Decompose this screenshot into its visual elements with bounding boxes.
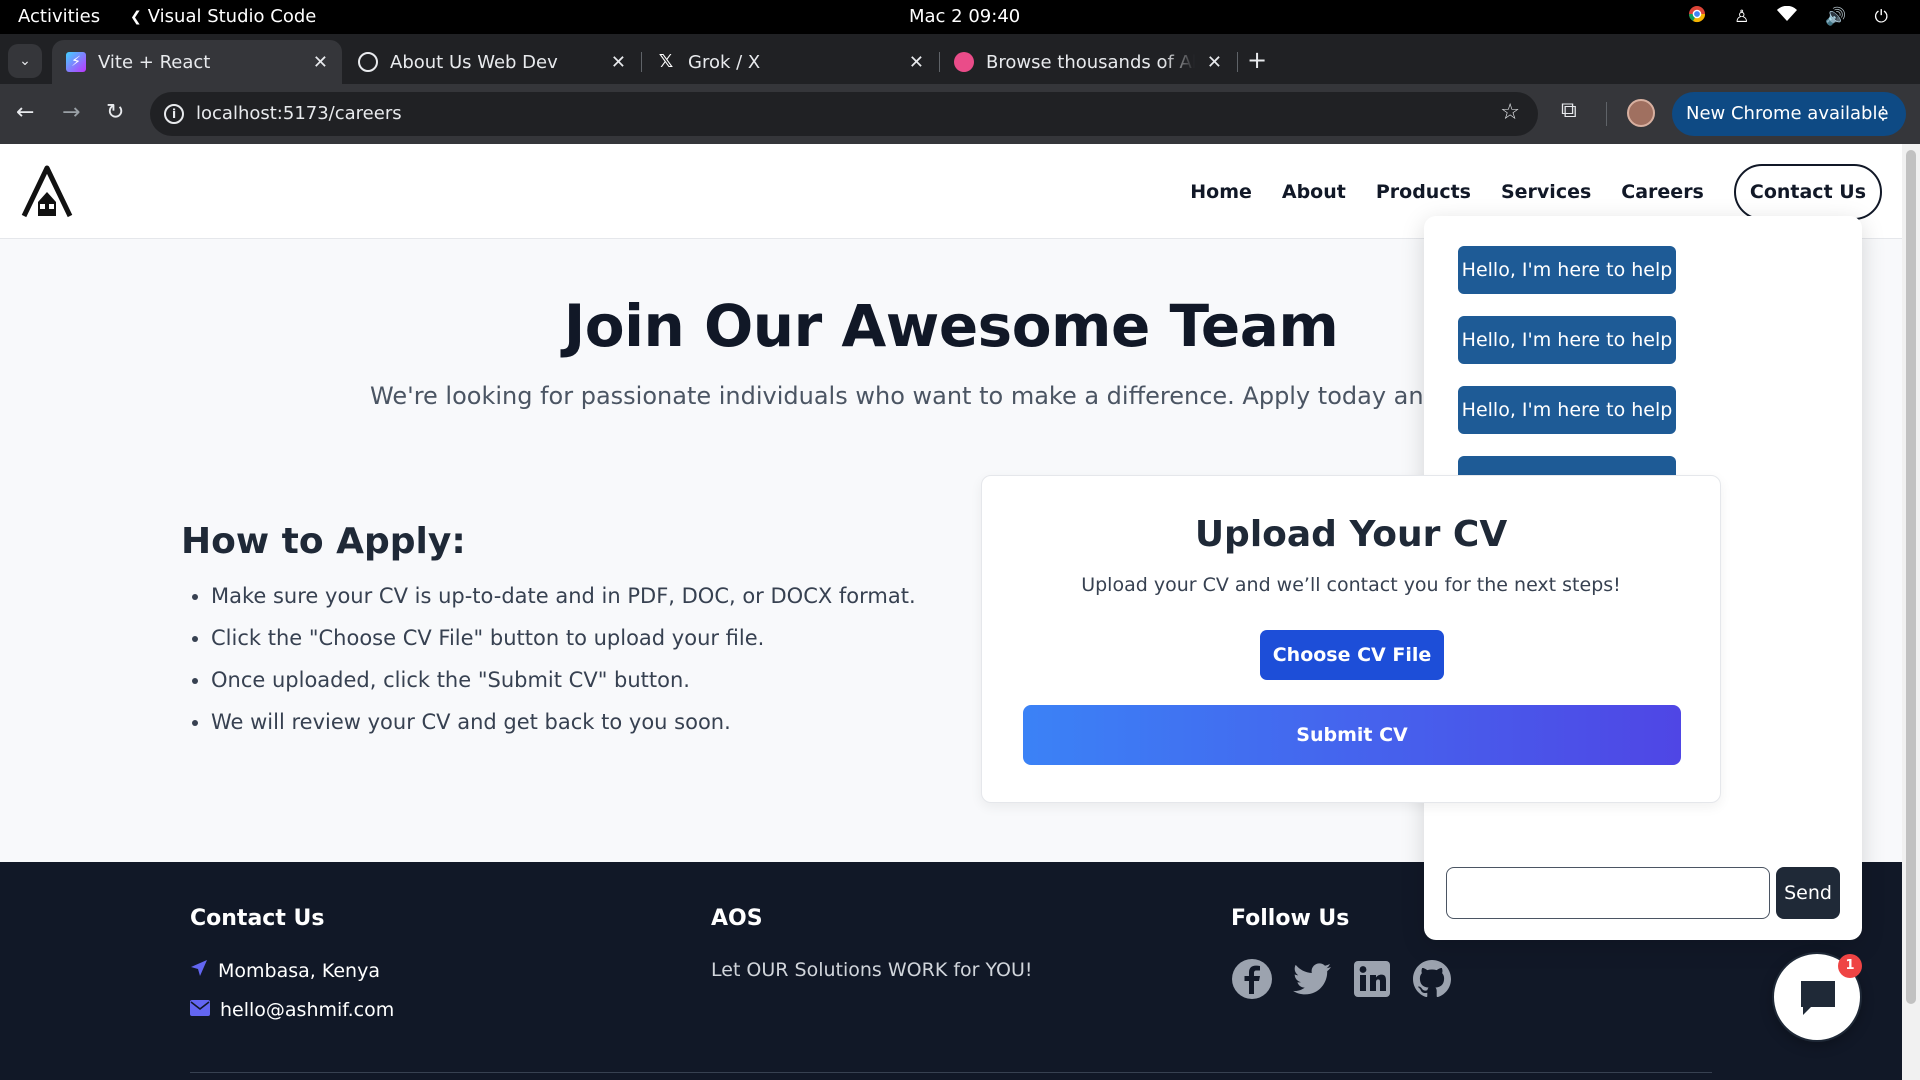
tab-title: Grok / X [688,51,761,73]
system-tray[interactable]: ♙ 🔊 ⏻ [1688,5,1888,29]
site-logo[interactable] [20,164,74,218]
active-app-name: Visual Studio Code [147,6,317,27]
chat-message: Hello, I'm here to help [1458,316,1676,364]
chrome-icon [1688,5,1706,29]
update-label: New Chrome available [1686,103,1889,124]
social-links [1231,958,1453,1000]
footer-follow-heading: Follow Us [1231,906,1350,931]
footer-location: Mombasa, Kenya [190,959,380,982]
chrome-update-button[interactable]: New Chrome available ⋮ [1672,92,1906,136]
page-subtitle: We're looking for passionate individuals… [370,382,1499,410]
chat-message: Hello, I'm here to help [1458,386,1676,434]
address-bar[interactable]: i localhost:5173/careers ☆ [150,92,1538,136]
tab-vite-react[interactable]: ⚡ Vite + React ✕ [52,40,342,84]
footer-brand-heading: AOS [711,906,763,931]
chat-input[interactable] [1446,867,1770,919]
volume-icon: 🔊 [1825,7,1847,27]
dribbble-icon [954,52,974,72]
submit-cv-button[interactable]: Submit CV [1023,705,1681,765]
chat-bubble-icon [1797,977,1839,1023]
footer-contact-heading: Contact Us [190,906,325,931]
email-text[interactable]: hello@ashmif.com [220,999,394,1021]
tab-dribbble[interactable]: Browse thousands of Ab ✕ [940,40,1236,84]
linkedin-icon[interactable] [1351,958,1393,1000]
new-tab-button[interactable]: + [1247,46,1267,74]
vite-icon: ⚡ [66,52,86,72]
chat-send-button[interactable]: Send [1776,867,1840,919]
envelope-icon [190,999,210,1021]
x-icon: 𝕏 [658,51,674,72]
globe-icon [358,52,378,72]
tab-separator [1237,52,1238,72]
wifi-icon [1777,5,1798,28]
browser-tab-bar: ⌄ ⚡ Vite + React ✕ About Us Web Dev ✕ 𝕏 … [0,34,1920,84]
tab-title: Browse thousands of Ab [986,51,1195,73]
extensions-icon[interactable]: ⧉ [1561,98,1577,123]
close-icon[interactable]: ✕ [313,52,328,73]
upload-description: Upload your CV and we’ll contact you for… [1081,574,1621,596]
chat-message: Hello, I'm here to help [1458,246,1676,294]
power-icon: ⏻ [1874,7,1888,27]
list-item: Once uploaded, click the "Submit CV" but… [211,668,916,692]
profile-avatar[interactable] [1627,99,1655,127]
list-item: Click the "Choose CV File" button to upl… [211,626,916,650]
tab-search-button[interactable]: ⌄ [8,44,42,78]
tab-title: Vite + React [98,51,211,73]
footer-slogan: Let OUR Solutions WORK for YOU! [711,959,1033,981]
nav-about[interactable]: About [1267,181,1361,203]
clock[interactable]: Mac 2 09:40 [909,6,1020,27]
chat-toggle-button[interactable]: 1 [1772,952,1862,1042]
scrollbar-thumb[interactable] [1906,150,1916,1004]
url-text[interactable]: localhost:5173/careers [196,103,402,124]
web-page: Home About Products Services Careers Con… [0,144,1902,1080]
footer-email[interactable]: hello@ashmif.com [190,999,394,1021]
choose-cv-file-button[interactable]: Choose CV File [1260,630,1444,680]
vscode-icon: ❮ [130,8,142,25]
upload-heading: Upload Your CV [1194,514,1508,555]
close-icon[interactable]: ✕ [909,52,924,73]
close-icon[interactable]: ✕ [1207,52,1222,73]
toolbar-separator [1606,102,1607,126]
nav-home[interactable]: Home [1175,181,1267,203]
browser-toolbar: ← → ↻ i localhost:5173/careers ☆ ⧉ New C… [0,84,1920,144]
nav-careers[interactable]: Careers [1606,181,1719,203]
github-icon[interactable] [1411,958,1453,1000]
facebook-icon[interactable] [1231,958,1273,1000]
close-icon[interactable]: ✕ [611,52,626,73]
accessibility-icon: ♙ [1734,7,1750,27]
contact-us-button[interactable]: Contact Us [1733,164,1882,220]
system-top-bar: Activities ❮ Visual Studio Code Mac 2 09… [0,0,1920,34]
how-to-apply-heading: How to Apply: [181,521,466,562]
nav-products[interactable]: Products [1361,181,1486,203]
tab-title: About Us Web Dev [390,51,558,73]
upload-cv-card: Upload Your CV Upload your CV and we’ll … [981,475,1721,803]
list-item: We will review your CV and get back to y… [211,710,916,734]
back-arrow-icon[interactable]: ← [16,100,34,125]
how-to-apply-list: Make sure your CV is up-to-date and in P… [211,584,916,752]
location-arrow-icon [190,959,208,982]
active-app-indicator[interactable]: ❮ Visual Studio Code [130,6,316,27]
nav-services[interactable]: Services [1486,181,1606,203]
more-menu-icon[interactable]: ⋮ [1874,92,1892,136]
chat-messages[interactable]: Hello, I'm here to help Hello, I'm here … [1424,216,1862,476]
chat-message [1458,456,1676,476]
location-text: Mombasa, Kenya [218,959,380,982]
notification-badge: 1 [1838,954,1862,978]
main-nav: Home About Products Services Careers Con… [1175,164,1882,220]
forward-arrow-icon[interactable]: → [62,100,80,125]
twitter-icon[interactable] [1291,958,1333,1000]
reload-icon[interactable]: ↻ [106,100,124,125]
tab-grok[interactable]: 𝕏 Grok / X ✕ [642,40,938,84]
bookmark-star-icon[interactable]: ☆ [1500,100,1520,125]
page-scrollbar[interactable] [1902,144,1920,1080]
list-item: Make sure your CV is up-to-date and in P… [211,584,916,608]
footer-divider [190,1072,1712,1073]
activities-button[interactable]: Activities [18,6,100,27]
site-info-icon[interactable]: i [164,104,184,124]
tab-about-us[interactable]: About Us Web Dev ✕ [344,40,640,84]
